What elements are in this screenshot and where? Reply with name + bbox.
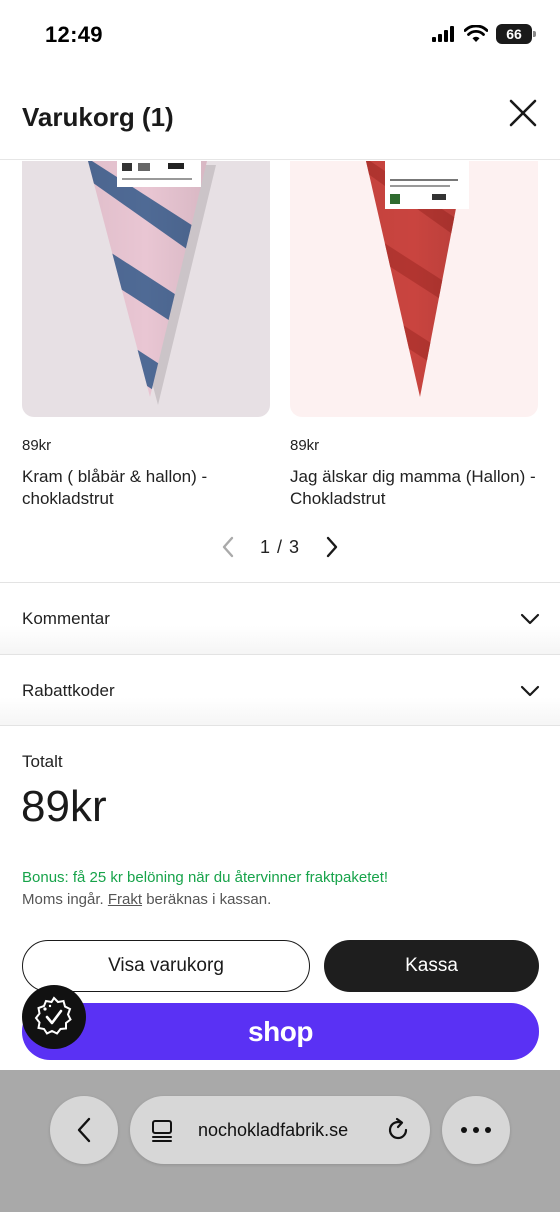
shop-pay-label: shop: [248, 1015, 313, 1047]
browser-toolbar: nochokladfabrik.se: [0, 1070, 560, 1212]
chevron-left-icon: [222, 536, 234, 558]
shop-pay-button[interactable]: shop: [22, 1003, 539, 1060]
pager: 1 / 3: [0, 532, 560, 562]
product-image[interactable]: [290, 161, 538, 417]
product-image[interactable]: [22, 161, 270, 417]
accordion-label: Rabattkoder: [22, 681, 115, 700]
battery-icon: 66: [496, 24, 536, 44]
next-button[interactable]: [322, 535, 342, 559]
pager-text: 1 / 3: [259, 536, 301, 557]
status-bar: 12:49 66: [0, 0, 560, 70]
signal-icon: [432, 26, 454, 42]
bonus-message: Bonus: få 25 kr belöning när du återvinn…: [22, 869, 389, 886]
back-button[interactable]: [50, 1096, 118, 1164]
discount-codes-accordion[interactable]: Rabattkoder: [0, 654, 560, 726]
wifi-icon: [464, 25, 488, 42]
tax-note-text: Moms ingår.: [22, 891, 104, 908]
chevron-right-icon: [326, 536, 338, 558]
total-label: Totalt: [22, 752, 63, 771]
shipping-link[interactable]: Frakt: [108, 891, 142, 908]
product-price: 89kr: [22, 437, 52, 454]
recommendations: 89kr Kram ( blåbär & hallon) - chokladst…: [0, 161, 560, 581]
checkout-button[interactable]: Kassa: [324, 940, 539, 992]
product-name[interactable]: Jag älskar dig mamma (Hallon) - Choklads…: [290, 466, 538, 510]
comment-accordion[interactable]: Kommentar: [0, 582, 560, 654]
product-card[interactable]: 89kr Kram ( blåbär & hallon) - chokladst…: [22, 161, 270, 510]
reload-icon[interactable]: [384, 1116, 412, 1144]
chevron-down-icon: [520, 685, 540, 697]
url-text: nochokladfabrik.se: [198, 1120, 349, 1140]
cart-header: Varukorg (1): [0, 70, 560, 160]
status-icons: 66: [432, 24, 536, 44]
accordion-label: Kommentar: [22, 609, 110, 628]
tabs-icon[interactable]: [150, 1118, 174, 1142]
product-name[interactable]: Kram ( blåbär & hallon) - chokladstrut: [22, 466, 270, 510]
chevron-left-icon: [77, 1117, 91, 1143]
cart-title: Varukorg (1): [22, 102, 174, 132]
tax-note: Moms ingår. Frakt beräknas i kassan.: [22, 891, 271, 908]
more-button[interactable]: [442, 1096, 510, 1164]
view-cart-button[interactable]: Visa varukorg: [22, 940, 310, 992]
chevron-down-icon: [520, 613, 540, 625]
close-icon[interactable]: [506, 96, 540, 130]
product-card[interactable]: 89kr Jag älskar dig mamma (Hallon) - Cho…: [290, 161, 538, 510]
more-icon: [461, 1127, 491, 1133]
divider: [0, 725, 560, 726]
previous-button[interactable]: [218, 535, 238, 559]
total-value: 89kr: [21, 782, 107, 831]
status-time: 12:49: [45, 22, 103, 47]
tax-note-text: beräknas i kassan.: [146, 891, 272, 908]
product-price: 89kr: [290, 437, 320, 454]
address-bar[interactable]: nochokladfabrik.se: [130, 1096, 430, 1164]
rewards-badge-icon[interactable]: [22, 985, 86, 1049]
